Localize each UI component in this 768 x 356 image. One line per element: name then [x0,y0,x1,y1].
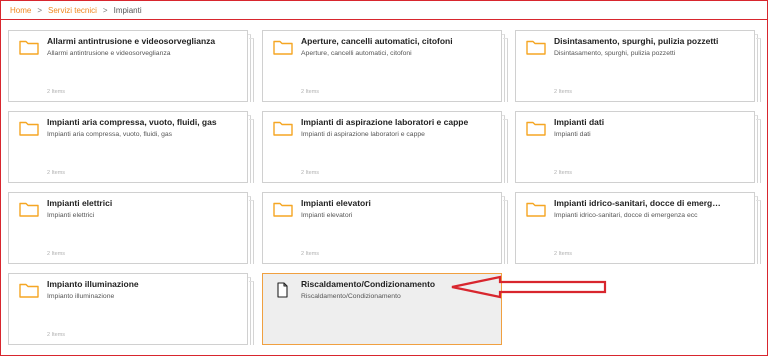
annotation-arrow [451,275,607,299]
